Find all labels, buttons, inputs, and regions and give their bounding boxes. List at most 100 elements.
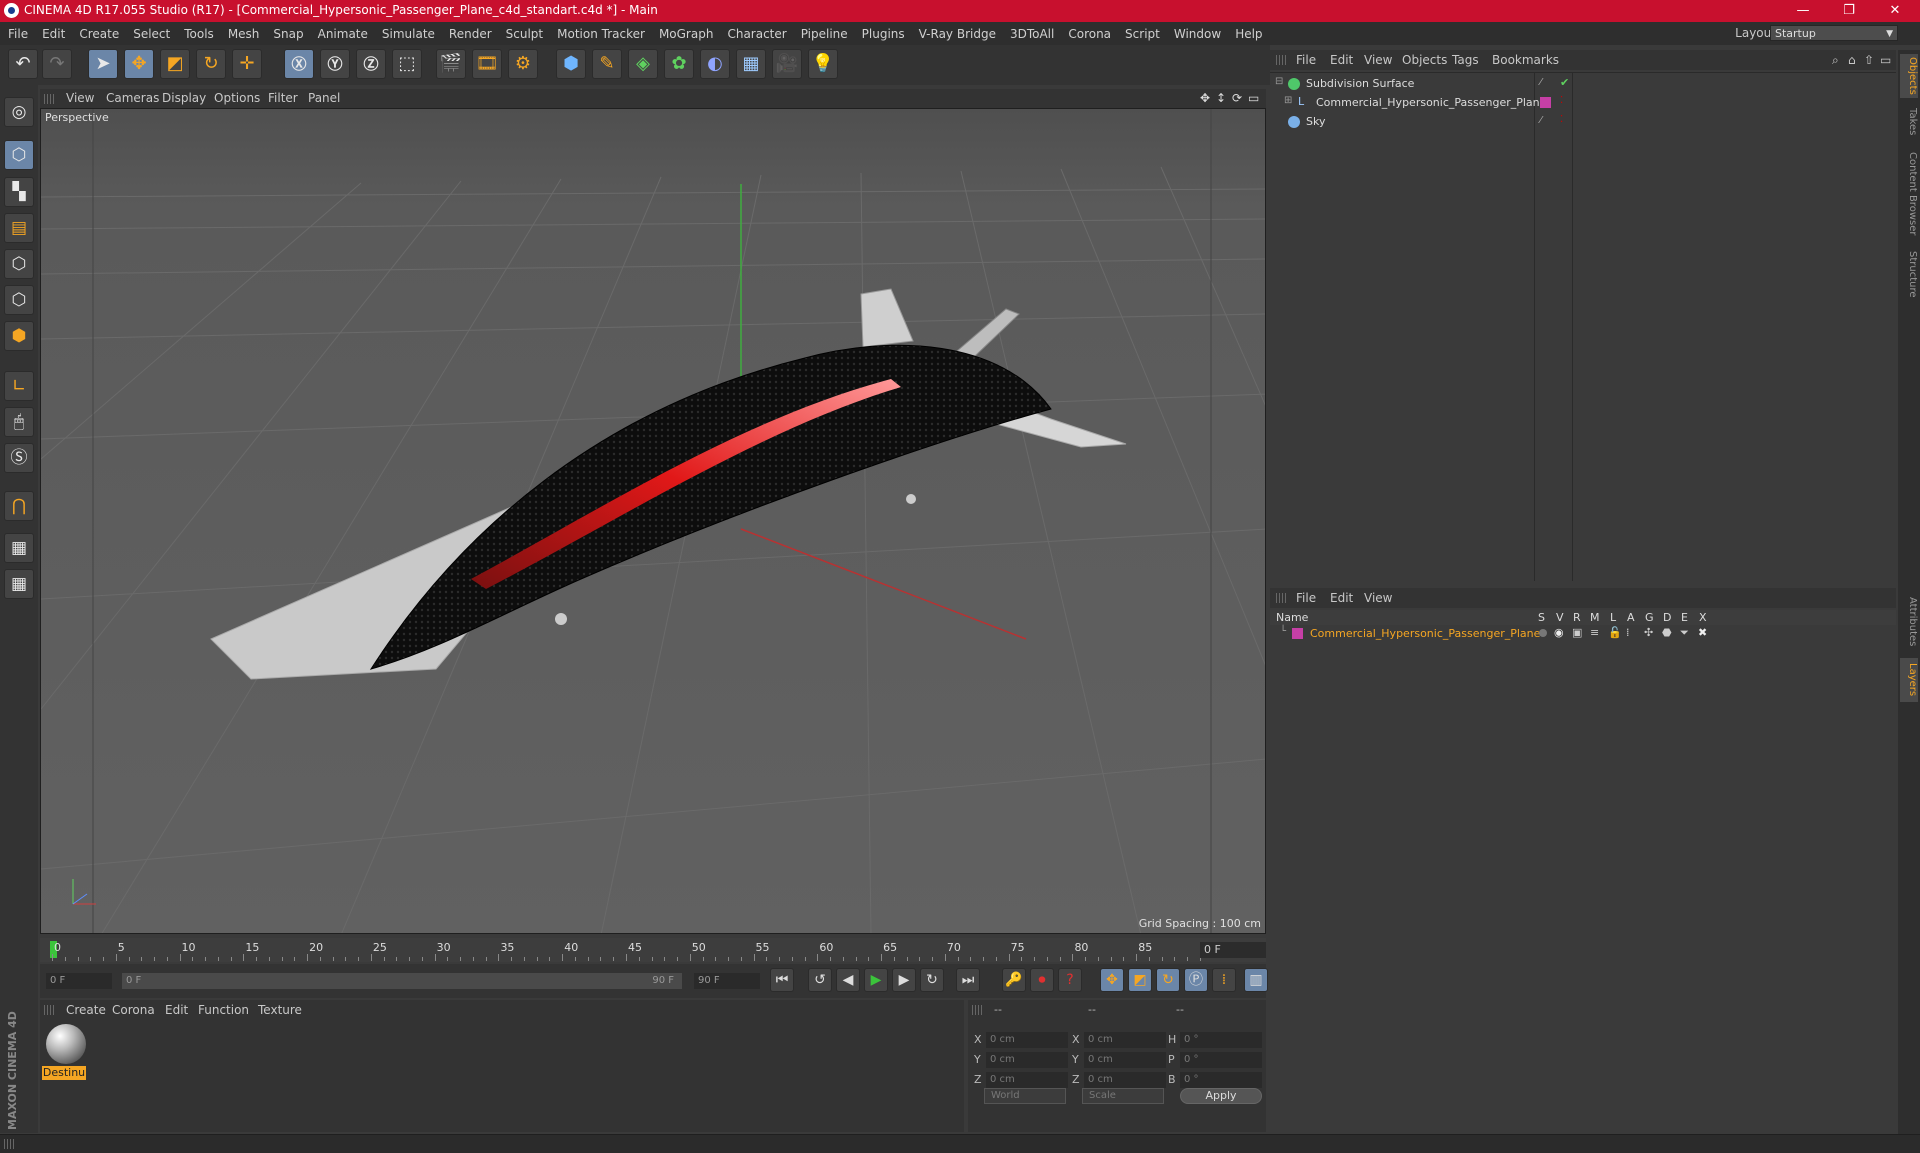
- layer-row[interactable]: └ Commercial_Hypersonic_Passenger_Plane …: [1270, 625, 1896, 644]
- polygons-mode-icon[interactable]: ⬢: [4, 321, 34, 351]
- perspective-viewport[interactable]: Perspective Grid Spacing : 100 cm: [40, 108, 1266, 934]
- search-icon[interactable]: ⌕: [1832, 53, 1839, 68]
- rot-b-field[interactable]: 0 °: [1180, 1072, 1262, 1088]
- start-frame-field[interactable]: 0 F: [46, 973, 112, 989]
- cloner-icon[interactable]: ✿: [664, 49, 694, 79]
- layer-animation-icon[interactable]: ⁞: [1626, 626, 1630, 639]
- panel-grip-icon[interactable]: [1276, 593, 1286, 603]
- layout-dropdown[interactable]: Startup ▼: [1770, 25, 1898, 41]
- camera-icon[interactable]: 🎥: [772, 49, 802, 79]
- viewport-menu-panel[interactable]: Panel: [308, 91, 340, 105]
- keyframe-selection-icon[interactable]: ?: [1058, 968, 1082, 992]
- material-menu-corona[interactable]: Corona: [112, 1003, 155, 1017]
- up-arrow-icon[interactable]: ⇧: [1864, 53, 1874, 67]
- axis-mode-icon[interactable]: ∟: [4, 371, 34, 401]
- redo-icon[interactable]: ↷: [42, 49, 72, 79]
- material-name-label[interactable]: Destinu: [42, 1066, 86, 1080]
- deformer-icon[interactable]: ◐: [700, 49, 730, 79]
- object-menu-tags[interactable]: Tags: [1452, 53, 1479, 67]
- layer-menu-edit[interactable]: Edit: [1330, 591, 1353, 605]
- next-frame-icon[interactable]: ▶: [892, 968, 916, 992]
- layer-color-swatch[interactable]: [1292, 628, 1303, 639]
- key-position-icon[interactable]: ✥: [1100, 968, 1124, 992]
- size-x-field[interactable]: 0 cm: [1084, 1032, 1166, 1048]
- planar-workplane-icon[interactable]: ▦: [4, 569, 34, 599]
- key-pla-icon[interactable]: ⁞: [1212, 968, 1236, 992]
- size-z-field[interactable]: 0 cm: [1084, 1072, 1166, 1088]
- apply-button[interactable]: Apply: [1180, 1088, 1262, 1104]
- tab-attributes[interactable]: Attributes: [1900, 590, 1918, 654]
- maximize-button[interactable]: ❐: [1826, 0, 1872, 22]
- layer-manager-icon[interactable]: ≡: [1590, 626, 1599, 639]
- expand-toggle-icon[interactable]: ⊞: [1284, 95, 1292, 106]
- scale-tool-icon[interactable]: ◩: [160, 49, 190, 79]
- model-mode-icon[interactable]: ⬡: [4, 140, 34, 170]
- close-button[interactable]: ✕: [1872, 0, 1918, 22]
- snap-icon[interactable]: Ⓢ: [4, 443, 34, 473]
- coordinate-mode-dropdown[interactable]: World: [984, 1088, 1066, 1104]
- transform-tool-icon[interactable]: ✛: [232, 49, 262, 79]
- previous-frame-icon[interactable]: ◀: [836, 968, 860, 992]
- layer-generator-icon[interactable]: ✣: [1644, 626, 1653, 639]
- object-row-plane[interactable]: ⊞ Ⅼ Commercial_Hypersonic_Passenger_Plan…: [1270, 94, 1896, 113]
- panel-close-icon[interactable]: ▭: [1880, 53, 1891, 67]
- pos-y-field[interactable]: 0 cm: [986, 1052, 1068, 1068]
- size-y-field[interactable]: 0 cm: [1084, 1052, 1166, 1068]
- make-editable-icon[interactable]: ◎: [4, 97, 34, 127]
- panel-grip-icon[interactable]: [44, 94, 54, 104]
- rotate-tool-icon[interactable]: ↻: [196, 49, 226, 79]
- object-menu-view[interactable]: View: [1364, 53, 1392, 67]
- viewport-menu-filter[interactable]: Filter: [268, 91, 298, 105]
- home-icon[interactable]: ⌂: [1848, 53, 1856, 67]
- menu-motion-tracker[interactable]: Motion Tracker: [557, 27, 645, 41]
- viewport-move-icon[interactable]: ✥: [1200, 91, 1210, 105]
- menu-plugins[interactable]: Plugins: [862, 27, 905, 41]
- menu-snap[interactable]: Snap: [273, 27, 303, 41]
- go-to-end-icon[interactable]: ⏭: [956, 968, 980, 992]
- minimize-button[interactable]: —: [1780, 0, 1826, 22]
- menu-v-ray-bridge[interactable]: V-Ray Bridge: [919, 27, 996, 41]
- viewport-menu-view[interactable]: View: [66, 91, 94, 105]
- y-axis-lock-icon[interactable]: Ⓨ: [320, 49, 350, 79]
- tab-structure[interactable]: Structure: [1900, 246, 1918, 302]
- light-icon[interactable]: 💡: [808, 49, 838, 79]
- layer-expression-icon[interactable]: ⏷: [1680, 626, 1689, 640]
- menu-select[interactable]: Select: [133, 27, 170, 41]
- material-preview-ball[interactable]: [46, 1024, 86, 1064]
- panel-grip-icon[interactable]: [972, 1005, 982, 1015]
- current-frame-field[interactable]: 0 F: [1200, 942, 1266, 958]
- menu-character[interactable]: Character: [727, 27, 786, 41]
- object-menu-edit[interactable]: Edit: [1330, 53, 1353, 67]
- key-rotation-icon[interactable]: ↻: [1156, 968, 1180, 992]
- menu-simulate[interactable]: Simulate: [382, 27, 435, 41]
- expand-toggle-icon[interactable]: ⊟: [1275, 76, 1283, 87]
- visibility-dots-icon[interactable]: ⁚: [1560, 114, 1563, 125]
- menu-mograph[interactable]: MoGraph: [659, 27, 714, 41]
- menu-render[interactable]: Render: [449, 27, 492, 41]
- menu-tools[interactable]: Tools: [184, 27, 214, 41]
- tab-content-browser[interactable]: Content Browser: [1900, 146, 1918, 242]
- z-axis-lock-icon[interactable]: Ⓩ: [356, 49, 386, 79]
- material-menu-edit[interactable]: Edit: [165, 1003, 188, 1017]
- move-tool-icon[interactable]: ✥: [124, 49, 154, 79]
- layer-name[interactable]: Commercial_Hypersonic_Passenger_Plane: [1310, 627, 1540, 640]
- tweak-mode-icon[interactable]: 🖱: [4, 407, 34, 437]
- key-parameter-icon[interactable]: Ⓟ: [1184, 968, 1208, 992]
- frame-range-slider[interactable]: 0 F 90 F: [122, 973, 682, 989]
- edges-mode-icon[interactable]: ⬡: [4, 285, 34, 315]
- menu-script[interactable]: Script: [1125, 27, 1160, 41]
- object-menu-file[interactable]: File: [1296, 53, 1316, 67]
- menu-edit[interactable]: Edit: [42, 27, 65, 41]
- rot-h-field[interactable]: 0 °: [1180, 1032, 1262, 1048]
- enabled-check-icon[interactable]: ✔: [1560, 76, 1569, 89]
- visibility-dots-icon[interactable]: ⁚: [1560, 95, 1563, 106]
- points-mode-icon[interactable]: ⬡: [4, 249, 34, 279]
- object-menu-objects[interactable]: Objects: [1402, 53, 1447, 67]
- timeline-ruler[interactable]: 051015202530354045505560657075808590: [40, 938, 1266, 962]
- menu-pipeline[interactable]: Pipeline: [801, 27, 848, 41]
- magnet-icon[interactable]: ⋂: [4, 491, 34, 521]
- render-picture-viewer-icon[interactable]: 🎞: [472, 49, 502, 79]
- undo-icon[interactable]: ↶: [8, 49, 38, 79]
- menu-mesh[interactable]: Mesh: [228, 27, 260, 41]
- menu-window[interactable]: Window: [1174, 27, 1221, 41]
